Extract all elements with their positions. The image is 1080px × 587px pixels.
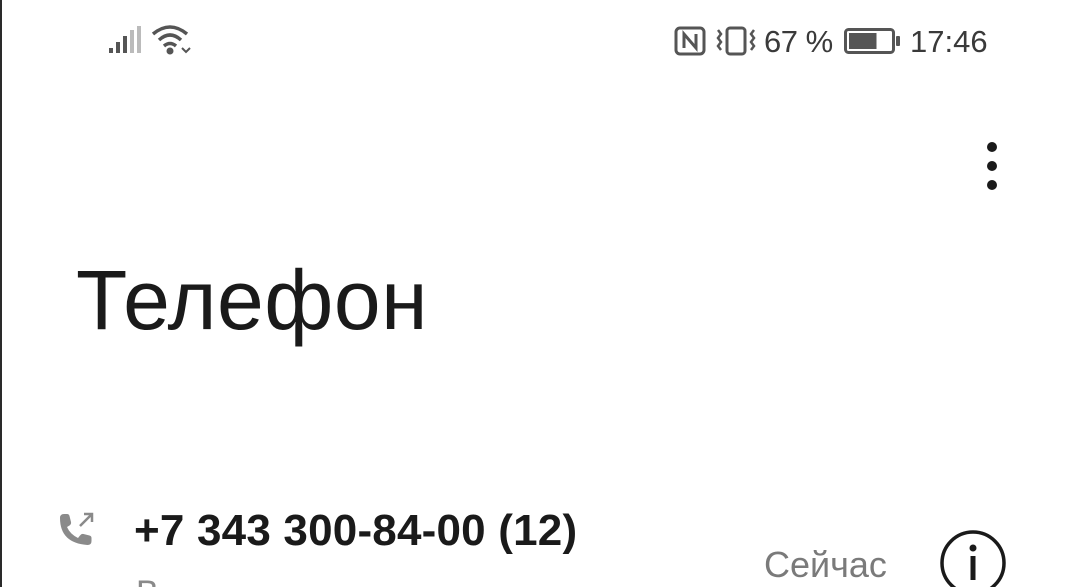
vibrate-icon — [716, 26, 756, 56]
call-time: Сейчас — [764, 544, 887, 585]
call-log-item[interactable]: +7 343 300-84-00 (12) В... Сейчас — [2, 480, 1080, 587]
more-options-button[interactable] — [968, 130, 1016, 202]
signal-icon — [109, 26, 141, 53]
clock: 17:46 — [910, 24, 988, 59]
wifi-icon — [151, 25, 191, 55]
call-number: +7 343 300-84-00 (12) — [134, 506, 578, 555]
battery-percent: 67 % — [764, 24, 833, 59]
more-vert-icon-dot — [987, 161, 997, 171]
battery-icon — [844, 28, 900, 54]
call-subtitle: В... — [136, 574, 187, 587]
more-vert-icon-dot — [987, 180, 997, 190]
outgoing-call-icon — [60, 512, 94, 545]
nfc-icon — [674, 26, 706, 56]
more-vert-icon — [987, 142, 997, 152]
info-icon[interactable] — [938, 528, 1008, 587]
phone-app-screen: 67 % 17:46 Телефон +7 343 300-84-00 (12)… — [0, 0, 1080, 587]
page-title: Телефон — [76, 253, 428, 347]
status-bar: 67 % 17:46 — [2, 0, 1080, 80]
